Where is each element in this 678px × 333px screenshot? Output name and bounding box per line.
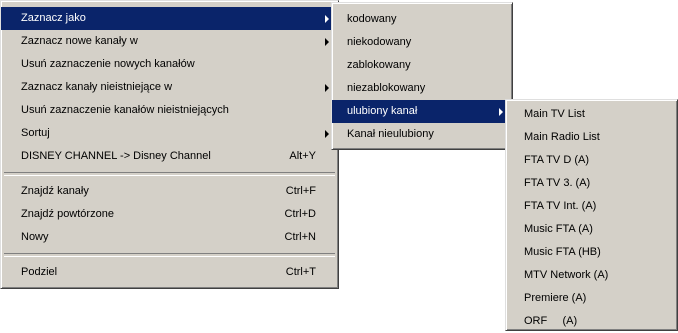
menu-item-label: MTV Network (A) xyxy=(524,269,609,281)
context-menu: Zaznacz jako Zaznacz nowe kanały w Usuń … xyxy=(0,0,339,289)
menu-item-niekodowany[interactable]: niekodowany xyxy=(332,31,512,54)
menu-item-usun-zaznaczenie-nieistniejacych[interactable]: Usuń zaznaczenie kanałów nieistniejących xyxy=(1,99,338,122)
menu-item-sortuj[interactable]: Sortuj xyxy=(1,122,338,145)
menu-item-label: Znajdź powtórzone xyxy=(21,208,114,220)
menu-separator xyxy=(4,172,335,176)
menu-item-label: Usuń zaznaczenie nowych kanałów xyxy=(21,58,195,70)
menu-item-rename-disney[interactable]: DISNEY CHANNEL -> Disney Channel Alt+Y xyxy=(1,145,338,168)
menu-item-zablokowany[interactable]: zablokowany xyxy=(332,54,512,77)
menu-item-label: Podziel xyxy=(21,266,58,278)
arrow-right-icon xyxy=(325,38,329,46)
submenu-ulubiony-kanal: Main TV List Main Radio List FTA TV D (A… xyxy=(505,99,678,331)
menu-separator xyxy=(4,253,335,257)
menu-item-kodowany[interactable]: kodowany xyxy=(332,8,512,31)
menu-item-label: Zaznacz kanały nieistniejące w xyxy=(21,81,173,93)
menu-item-label: Main Radio List xyxy=(524,131,600,143)
menu-item-nowy[interactable]: Nowy Ctrl+N xyxy=(1,226,338,249)
menu-item-podziel[interactable]: Podziel Ctrl+T xyxy=(1,261,338,284)
menu-item-kanal-nieulubiony[interactable]: Kanał nieulubiony xyxy=(332,123,512,146)
menu-item-music-fta-hb[interactable]: Music FTA (HB) xyxy=(506,241,677,264)
menu-item-fta-tv-d[interactable]: FTA TV D (A) xyxy=(506,149,677,172)
menu-item-fta-tv-int[interactable]: FTA TV Int. (A) xyxy=(506,195,677,218)
menu-item-znajdz-kanaly[interactable]: Znajdź kanały Ctrl+F xyxy=(1,180,338,203)
menu-item-label: niekodowany xyxy=(347,36,412,48)
menu-item-mtv-network[interactable]: MTV Network (A) xyxy=(506,264,677,287)
menu-item-label: Main TV List xyxy=(524,108,585,120)
menu-item-label: DISNEY CHANNEL -> Disney Channel xyxy=(21,150,211,162)
arrow-right-icon xyxy=(499,108,503,116)
menu-item-label: zablokowany xyxy=(347,59,411,71)
menu-item-usun-zaznaczenie-nowych[interactable]: Usuń zaznaczenie nowych kanałów xyxy=(1,53,338,76)
menu-item-label: Music FTA (HB) xyxy=(524,246,601,258)
menu-item-fta-tv-3[interactable]: FTA TV 3. (A) xyxy=(506,172,677,195)
menu-item-shortcut: Ctrl+N xyxy=(284,231,316,243)
menu-item-label: ORF (A) xyxy=(524,315,578,327)
menu-item-label: FTA TV Int. (A) xyxy=(524,200,597,212)
arrow-right-icon xyxy=(325,84,329,92)
menu-item-main-radio-list[interactable]: Main Radio List xyxy=(506,126,677,149)
menu-item-niezablokowany[interactable]: niezablokowany xyxy=(332,77,512,100)
menu-item-znajdz-powtorzone[interactable]: Znajdź powtórzone Ctrl+D xyxy=(1,203,338,226)
menu-item-shortcut: Ctrl+F xyxy=(285,185,316,197)
menu-item-ulubiony-kanal[interactable]: ulubiony kanał xyxy=(332,100,512,123)
menu-item-premiere[interactable]: Premiere (A) xyxy=(506,287,677,310)
menu-item-label: Kanał nieulubiony xyxy=(347,128,434,140)
menu-item-shortcut: Ctrl+D xyxy=(284,208,316,220)
menu-item-label: Music FTA (A) xyxy=(524,223,593,235)
menu-item-label: Zaznacz nowe kanały w xyxy=(21,35,138,47)
menu-item-music-fta-a[interactable]: Music FTA (A) xyxy=(506,218,677,241)
menu-item-zaznacz-jako[interactable]: Zaznacz jako xyxy=(1,7,338,30)
menu-item-label: Znajdź kanały xyxy=(21,185,89,197)
menu-item-shortcut: Alt+Y xyxy=(289,150,316,162)
menu-item-orf[interactable]: ORF (A) xyxy=(506,310,677,333)
menu-item-zaznacz-kanaly-nieistniejace[interactable]: Zaznacz kanały nieistniejące w xyxy=(1,76,338,99)
menu-item-shortcut: Ctrl+T xyxy=(285,266,316,278)
menu-item-label: Nowy xyxy=(21,231,49,243)
submenu-zaznacz-jako: kodowany niekodowany zablokowany niezabl… xyxy=(331,2,513,150)
menu-item-label: Zaznacz jako xyxy=(21,12,86,24)
menu-item-label: niezablokowany xyxy=(347,82,426,94)
menu-item-label: Sortuj xyxy=(21,127,50,139)
menu-item-zaznacz-nowe-kanaly[interactable]: Zaznacz nowe kanały w xyxy=(1,30,338,53)
arrow-right-icon xyxy=(325,15,329,23)
menu-item-main-tv-list[interactable]: Main TV List xyxy=(506,103,677,126)
menu-item-label: kodowany xyxy=(347,13,397,25)
menu-item-label: Usuń zaznaczenie kanałów nieistniejących xyxy=(21,104,229,116)
menu-item-label: Premiere (A) xyxy=(524,292,587,304)
menu-item-label: FTA TV D (A) xyxy=(524,154,589,166)
menu-item-label: FTA TV 3. (A) xyxy=(524,177,591,189)
menu-item-label: ulubiony kanał xyxy=(347,105,418,117)
arrow-right-icon xyxy=(325,130,329,138)
